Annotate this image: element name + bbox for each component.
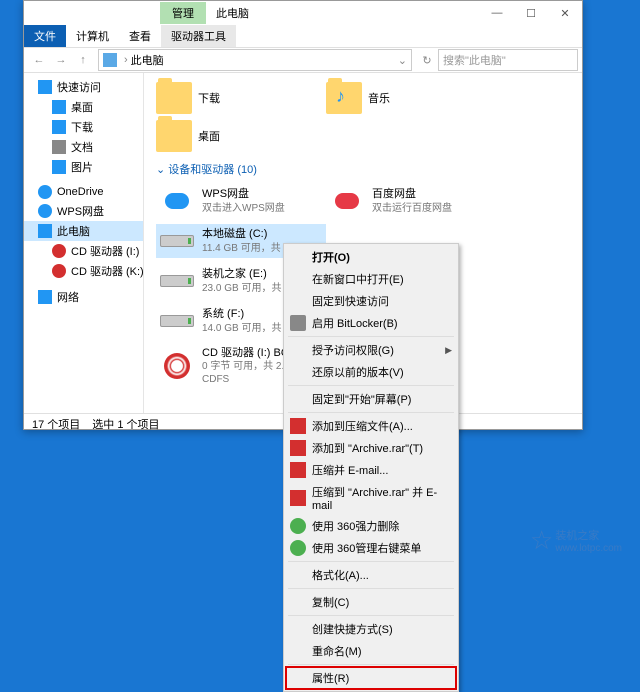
cm-add-rar[interactable]: 添加到 "Archive.rar"(T) — [286, 437, 456, 459]
back-button[interactable]: ← — [28, 49, 50, 71]
refresh-button[interactable]: ↻ — [416, 49, 438, 71]
maximize-button[interactable]: ☐ — [514, 1, 548, 25]
onedrive-icon — [38, 185, 52, 199]
sidebar-desktop[interactable]: 桌面 — [24, 97, 143, 117]
sidebar-downloads[interactable]: 下载 — [24, 117, 143, 137]
thispc-icon — [38, 224, 52, 238]
cm-copy[interactable]: 复制(C) — [286, 591, 456, 613]
cd-icon — [52, 244, 66, 258]
thispc-icon — [103, 53, 117, 67]
sidebar-pictures[interactable]: 图片 — [24, 157, 143, 177]
360-icon — [290, 540, 306, 556]
sidebar-quick-access[interactable]: 快速访问 — [24, 77, 143, 97]
baidu-icon — [328, 186, 366, 216]
folder-icon — [156, 82, 192, 114]
hdd-icon — [158, 306, 196, 336]
close-button[interactable]: ✕ — [548, 1, 582, 25]
bitlocker-icon — [290, 315, 306, 331]
watermark: ☆ 装机之家 www.lotpc.com — [530, 525, 622, 556]
cm-add-archive[interactable]: 添加到压缩文件(A)... — [286, 415, 456, 437]
cm-compress-email[interactable]: 压缩并 E-mail... — [286, 459, 456, 481]
cm-open[interactable]: 打开(O) — [286, 246, 456, 268]
sidebar: 快速访问 桌面 下载 文档 图片 OneDrive WPS网盘 此电脑 CD 驱… — [24, 73, 144, 413]
drive-wps[interactable]: WPS网盘双击进入WPS网盘 — [156, 184, 326, 218]
sidebar-cd-i[interactable]: CD 驱动器 (I:) BONJ — [24, 241, 143, 261]
menu-view[interactable]: 查看 — [119, 25, 161, 47]
star-icon — [38, 80, 52, 94]
cm-compress-rar-email[interactable]: 压缩到 "Archive.rar" 并 E-mail — [286, 481, 456, 515]
hdd-icon — [158, 266, 196, 296]
picture-icon — [52, 160, 66, 174]
cm-360-menu[interactable]: 使用 360管理右键菜单 — [286, 537, 456, 559]
360-icon — [290, 518, 306, 534]
cm-properties[interactable]: 属性(R) — [286, 667, 456, 689]
rar-icon — [290, 440, 306, 456]
rar-icon — [290, 462, 306, 478]
titlebar: 管理 此电脑 — ☐ ✕ — [24, 1, 582, 25]
window-title: 此电脑 — [216, 5, 249, 21]
address-bar: ← → ↑ › 此电脑 ⌄ ↻ 搜索"此电脑" — [24, 47, 582, 73]
menu-drive-tools[interactable]: 驱动器工具 — [161, 25, 236, 47]
hdd-icon — [158, 226, 196, 256]
search-input[interactable]: 搜索"此电脑" — [438, 49, 578, 71]
menu-file[interactable]: 文件 — [24, 25, 66, 47]
cm-pin-quick-access[interactable]: 固定到快速访问 — [286, 290, 456, 312]
ribbon-tab-manage[interactable]: 管理 — [160, 2, 206, 24]
sidebar-wps[interactable]: WPS网盘 — [24, 201, 143, 221]
status-selected-count: 选中 1 个项目 — [92, 416, 159, 432]
cm-open-new-window[interactable]: 在新窗口中打开(E) — [286, 268, 456, 290]
folder-music[interactable]: ♪音乐 — [326, 82, 496, 114]
address-text: 此电脑 — [131, 52, 164, 68]
section-devices-header[interactable]: ⌄ 设备和驱动器 (10) — [156, 161, 570, 177]
cloud-icon — [158, 186, 196, 216]
up-button[interactable]: ↑ — [72, 49, 94, 71]
rar-icon — [290, 490, 306, 506]
sidebar-onedrive[interactable]: OneDrive — [24, 183, 143, 201]
watermark-title: 装机之家 — [555, 530, 599, 542]
wps-icon — [38, 204, 52, 218]
cm-pin-start[interactable]: 固定到"开始"屏幕(P) — [286, 388, 456, 410]
minimize-button[interactable]: — — [480, 1, 514, 25]
folder-icon — [156, 120, 192, 152]
sidebar-thispc[interactable]: 此电脑 — [24, 221, 143, 241]
document-icon — [52, 140, 66, 154]
menu-computer[interactable]: 计算机 — [66, 25, 119, 47]
network-icon — [38, 290, 52, 304]
cm-create-shortcut[interactable]: 创建快捷方式(S) — [286, 618, 456, 640]
cd-icon — [52, 264, 66, 278]
sidebar-cd-k[interactable]: CD 驱动器 (K:) BON — [24, 261, 143, 281]
sidebar-documents[interactable]: 文档 — [24, 137, 143, 157]
cm-previous-versions[interactable]: 还原以前的版本(V) — [286, 361, 456, 383]
sidebar-network[interactable]: 网络 — [24, 287, 143, 307]
cm-rename[interactable]: 重命名(M) — [286, 640, 456, 662]
rar-icon — [290, 418, 306, 434]
desktop-icon — [52, 100, 66, 114]
menubar: 文件 计算机 查看 驱动器工具 — [24, 25, 582, 47]
folder-icon: ♪ — [326, 82, 362, 114]
star-icon: ☆ — [530, 525, 553, 556]
cm-360-shred[interactable]: 使用 360强力删除 — [286, 515, 456, 537]
forward-button[interactable]: → — [50, 49, 72, 71]
address-input[interactable]: › 此电脑 ⌄ — [98, 49, 412, 71]
cd-icon — [158, 351, 196, 381]
status-item-count: 17 个项目 — [32, 416, 80, 432]
cm-format[interactable]: 格式化(A)... — [286, 564, 456, 586]
download-icon — [52, 120, 66, 134]
folder-downloads[interactable]: 下载 — [156, 82, 326, 114]
drive-baidu[interactable]: 百度网盘双击运行百度网盘 — [326, 184, 496, 218]
watermark-url: www.lotpc.com — [555, 543, 622, 554]
folder-desktop[interactable]: 桌面 — [156, 120, 326, 152]
cm-bitlocker[interactable]: 启用 BitLocker(B) — [286, 312, 456, 334]
cm-grant-access[interactable]: 授予访问权限(G)▶ — [286, 339, 456, 361]
context-menu: 打开(O) 在新窗口中打开(E) 固定到快速访问 启用 BitLocker(B)… — [283, 243, 459, 692]
